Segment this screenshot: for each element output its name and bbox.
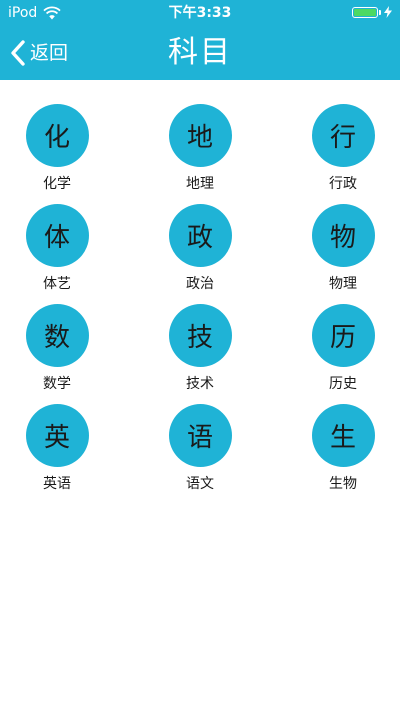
subject-label: 数学 [43, 376, 71, 392]
subject-label: 体艺 [43, 276, 71, 292]
subject-label: 地理 [186, 176, 214, 192]
subject-icon-circle: 英 [25, 404, 89, 467]
subject-icon-circle: 物 [311, 204, 375, 267]
subject-icon-circle: 数 [25, 304, 89, 367]
subject-label: 生物 [329, 476, 357, 492]
charging-bolt-icon [384, 6, 392, 18]
subject-item-politics[interactable]: 政 政治 [168, 204, 232, 304]
subject-label: 历史 [329, 376, 357, 392]
subject-item-chinese[interactable]: 语 语文 [168, 404, 232, 504]
subject-label: 化学 [43, 176, 71, 192]
subject-item-math[interactable]: 数 数学 [25, 304, 89, 404]
subject-icon-circle: 生 [311, 404, 375, 467]
subject-item-geography[interactable]: 地 地理 [168, 104, 232, 204]
subject-row: 英 英语 语 语文 生 生物 [0, 404, 400, 504]
battery-indicator [352, 6, 392, 18]
subject-item-chemistry[interactable]: 化 化学 [25, 104, 89, 204]
status-bar: iPod 下午3:33 [0, 0, 400, 26]
subject-label: 语文 [186, 476, 214, 492]
subject-label: 政治 [186, 276, 214, 292]
subject-icon-circle: 地 [168, 104, 232, 167]
subject-item-history[interactable]: 历 历史 [311, 304, 375, 404]
subject-item-administration[interactable]: 行 行政 [311, 104, 375, 204]
battery-nub [379, 9, 381, 15]
subject-icon-circle: 历 [311, 304, 375, 367]
subject-icon-circle: 语 [168, 404, 232, 467]
subject-row: 数 数学 技 技术 历 历史 [0, 304, 400, 404]
subject-row: 体 体艺 政 政治 物 物理 [0, 204, 400, 304]
battery-level [354, 8, 376, 16]
subject-label: 行政 [329, 176, 357, 192]
subject-label: 英语 [43, 476, 71, 492]
subject-item-pe-arts[interactable]: 体 体艺 [25, 204, 89, 304]
subject-icon-circle: 技 [168, 304, 232, 367]
subject-label: 物理 [329, 276, 357, 292]
subject-row: 化 化学 地 地理 行 行政 [0, 104, 400, 204]
subject-item-english[interactable]: 英 英语 [25, 404, 89, 504]
status-time: 下午3:33 [168, 5, 232, 21]
subject-item-biology[interactable]: 生 生物 [311, 404, 375, 504]
subject-label: 技术 [186, 376, 214, 392]
page-title: 科目 [168, 35, 232, 70]
subject-item-physics[interactable]: 物 物理 [311, 204, 375, 304]
subject-grid: 化 化学 地 地理 行 行政 体 体艺 政 政治 物 物理 数 数学 技 技术 … [0, 104, 400, 504]
subject-icon-circle: 行 [311, 104, 375, 167]
battery-icon [352, 6, 378, 18]
subject-icon-circle: 体 [25, 204, 89, 267]
header-bar: iPod 下午3:33 返回 科目 [0, 0, 400, 80]
subject-icon-circle: 政 [168, 204, 232, 267]
subject-item-technology[interactable]: 技 技术 [168, 304, 232, 404]
subject-icon-circle: 化 [25, 104, 89, 167]
